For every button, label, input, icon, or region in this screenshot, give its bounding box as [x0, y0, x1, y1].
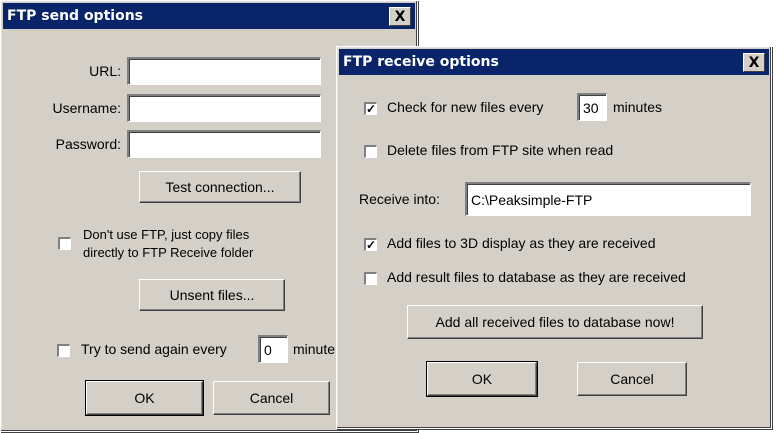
add-3d-display-label: Add files to 3D display as they are rece…	[387, 235, 656, 251]
send-cancel-button[interactable]: Cancel	[213, 381, 330, 415]
send-dialog-titlebar[interactable]: FTP send options X	[3, 3, 415, 29]
checkmark-icon: ✓	[365, 238, 377, 252]
test-connection-button[interactable]: Test connection...	[139, 171, 301, 203]
username-label: Username:	[52, 100, 121, 116]
receive-dialog-titlebar[interactable]: FTP receive options X	[339, 49, 769, 75]
dont-use-ftp-checkbox[interactable]	[58, 237, 71, 250]
check-interval-unit: minutes	[613, 99, 663, 115]
receive-ok-button[interactable]: OK	[426, 361, 538, 397]
receive-dialog-title: FTP receive options	[343, 54, 499, 70]
check-interval-field[interactable]	[577, 93, 607, 121]
check-new-files-checkbox[interactable]: ✓	[364, 102, 377, 115]
add-all-to-database-button[interactable]: Add all received files to database now!	[407, 305, 703, 339]
dont-use-ftp-label-line1: Don't use FTP, just copy files	[83, 227, 250, 242]
url-field[interactable]	[127, 57, 321, 85]
receive-into-label: Receive into:	[359, 191, 440, 207]
add-to-database-checkbox[interactable]	[364, 272, 377, 285]
unsent-files-button[interactable]: Unsent files...	[139, 279, 285, 311]
retry-send-label: Try to send again every	[81, 341, 227, 357]
send-dialog-close-button[interactable]: X	[389, 7, 411, 26]
delete-files-checkbox[interactable]	[364, 145, 377, 158]
send-dialog-title: FTP send options	[7, 8, 143, 24]
ftp-receive-options-dialog: FTP receive options X ✓ Check for new fi…	[336, 46, 772, 429]
password-label: Password:	[55, 136, 121, 152]
username-field[interactable]	[127, 94, 321, 122]
retry-minutes-field[interactable]	[258, 335, 288, 363]
url-label: URL:	[89, 63, 121, 79]
checkmark-icon: ✓	[365, 102, 377, 116]
retry-send-checkbox[interactable]	[57, 344, 70, 357]
add-3d-display-checkbox[interactable]: ✓	[364, 238, 377, 251]
send-ok-button[interactable]: OK	[85, 380, 204, 416]
close-icon: X	[394, 8, 406, 25]
add-to-database-label: Add result files to database as they are…	[387, 269, 686, 285]
password-field[interactable]	[127, 130, 321, 158]
receive-dialog-close-button[interactable]: X	[743, 53, 765, 72]
dont-use-ftp-label-line2: directly to FTP Receive folder	[83, 245, 254, 260]
close-icon: X	[748, 54, 760, 71]
receive-cancel-button[interactable]: Cancel	[577, 362, 687, 396]
check-new-files-label: Check for new files every	[387, 99, 544, 115]
delete-files-label: Delete files from FTP site when read	[387, 142, 614, 158]
receive-into-field[interactable]	[465, 182, 751, 216]
retry-minutes-unit: minute	[293, 341, 336, 357]
